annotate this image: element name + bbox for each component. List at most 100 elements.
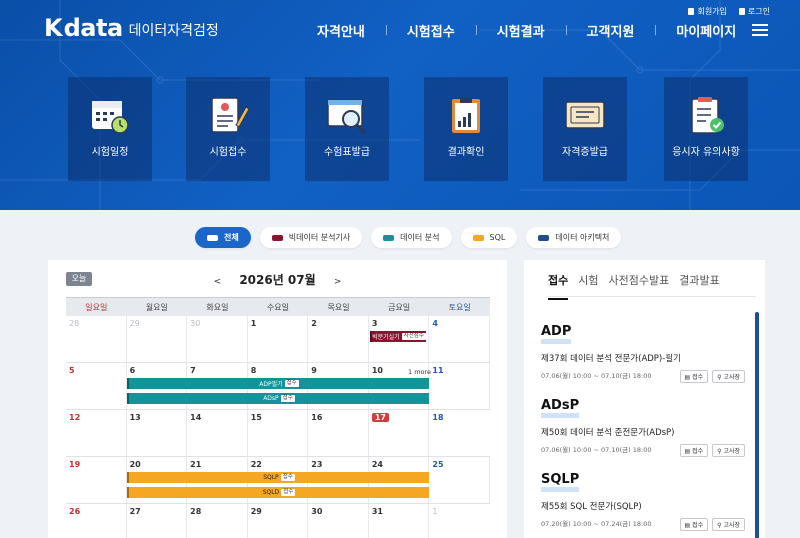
prev-month-button[interactable]: < — [214, 277, 222, 287]
event-tag: 접수 — [284, 380, 299, 387]
venue-button[interactable]: ⚲ 고사장 — [712, 370, 745, 383]
quick-card-result[interactable]: 결과확인 — [424, 77, 508, 181]
apply-label: 접수 — [692, 522, 704, 529]
calendar-day[interactable]: 1 — [429, 504, 490, 538]
exam-code: SQLP — [541, 473, 580, 492]
quick-card-label: 시험접수 — [209, 147, 247, 158]
logo-subtitle: 데이터자격검정 — [128, 22, 219, 39]
calendar-day[interactable]: 14 — [187, 410, 248, 456]
venue-button[interactable]: ⚲ 고사장 — [712, 518, 745, 531]
scrollbar[interactable] — [755, 312, 759, 538]
calendar-day[interactable]: 28 — [187, 504, 248, 538]
calendar-day[interactable]: 25 — [429, 457, 490, 503]
calendar-day[interactable]: 26 — [66, 504, 127, 538]
calendar-day[interactable]: 11 — [429, 363, 490, 409]
calendar-week: 19 20 21 22 23 24 25 SQLP 접수 SQLD 접수 — [66, 457, 490, 504]
event-bigdata-practical[interactable]: 빅분기실기 사전점수 — [370, 331, 426, 342]
filter-color-swatch — [538, 234, 550, 241]
nav-item-support[interactable]: 고객지원 — [565, 21, 656, 40]
calendar-day[interactable]: 28 — [66, 316, 127, 362]
exam-actions: ▤ 접수 ⚲ 고사장 — [679, 444, 745, 457]
calendar-panel: 오늘 < 2026년 07월 > 일요일 월요일 화요일 수요일 목요일 금요일… — [48, 260, 507, 538]
site-logo[interactable]: K data 데이터자격검정 — [44, 14, 219, 42]
filter-sql[interactable]: SQL — [460, 227, 518, 248]
event-sqld[interactable]: SQLD 접수 — [127, 487, 429, 498]
tabs-divider — [548, 296, 756, 297]
login-link[interactable]: 로그인 — [738, 6, 770, 17]
filter-architecture[interactable]: 데이터 아키텍처 — [526, 227, 622, 248]
filter-all[interactable]: 전체 — [195, 227, 251, 248]
main-nav: 자격안내 시험접수 시험결과 고객지원 마이페이지 — [296, 21, 757, 40]
quick-card-schedule[interactable]: 시험일정 — [68, 77, 152, 181]
login-label: 로그인 — [747, 7, 770, 16]
calendar-day-today[interactable]: 17 — [369, 410, 430, 456]
event-tag: 접수 — [280, 395, 295, 402]
event-adp[interactable]: ADP필기 접수 — [127, 378, 429, 389]
weekday-tue: 화요일 — [206, 303, 229, 312]
menu-icon[interactable] — [752, 24, 768, 39]
calendar-day[interactable]: 27 — [127, 504, 188, 538]
exam-item[interactable]: ADP 제37회 데이터 분석 전문가(ADP)-필기 07.06(월) 10:… — [541, 320, 751, 383]
calendar-day[interactable]: 15 — [248, 410, 309, 456]
apply-button[interactable]: ▤ 접수 — [679, 518, 709, 531]
calendar-grid: 일요일 월요일 화요일 수요일 목요일 금요일 토요일 28 29 30 1 2… — [66, 297, 490, 538]
venue-button[interactable]: ⚲ 고사장 — [712, 444, 745, 457]
quick-card-ticket[interactable]: 수험표발급 — [305, 77, 389, 181]
calendar-day[interactable]: 18 — [429, 410, 490, 456]
exam-list-panel: 접수 시험 사전점수발표 결과발표 ADP 제37회 데이터 분석 전문가(AD… — [524, 260, 765, 538]
filter-color-swatch — [383, 234, 395, 241]
calendar-clock-icon — [92, 101, 129, 134]
filter-data-analysis[interactable]: 데이터 분석 — [371, 227, 452, 248]
calendar-day[interactable]: 29 — [248, 504, 309, 538]
next-month-button[interactable]: > — [334, 277, 342, 287]
quick-card-label: 수험표발급 — [324, 147, 370, 158]
quick-card-label: 응시자 유의사항 — [672, 147, 740, 158]
nav-item-qualification[interactable]: 자격안내 — [296, 21, 386, 40]
exam-item[interactable]: SQLP 제55회 SQL 전문가(SQLP) 07.20(월) 10:00 ~… — [541, 468, 751, 531]
quick-card-certificate[interactable]: 자격증발급 — [543, 77, 627, 181]
more-events-link[interactable]: 1 more — [408, 368, 431, 376]
calendar-day[interactable]: 31 — [369, 504, 430, 538]
utility-links: 회원가입 로그인 — [688, 6, 770, 17]
event-tag: 사전점수 — [401, 333, 426, 340]
calendar-day[interactable]: 29 — [127, 316, 188, 362]
filter-color-swatch — [271, 234, 283, 241]
lock-icon — [738, 8, 745, 15]
apply-button[interactable]: ▤ 접수 — [679, 370, 709, 383]
category-filters: 전체 빅데이터 분석기사 데이터 분석 SQL 데이터 아키텍처 — [195, 227, 622, 248]
nav-item-application[interactable]: 시험접수 — [385, 21, 476, 40]
quick-menu: 시험일정 시험접수 수험표발급 결과확인 자격증발급 응시자 유의사항 — [68, 77, 748, 181]
signup-link[interactable]: 회원가입 — [688, 6, 727, 17]
apply-button[interactable]: ▤ 접수 — [679, 444, 709, 457]
weekday-fri: 금요일 — [388, 303, 411, 312]
logo-k: K — [44, 14, 63, 42]
calendar-week: 26 27 28 29 30 31 1 — [66, 504, 490, 538]
calendar-day[interactable]: 5 — [66, 363, 127, 409]
event-adsp[interactable]: ADsP 접수 — [127, 393, 429, 404]
event-sqlp[interactable]: SQLP 접수 — [127, 472, 429, 483]
quick-card-notice[interactable]: 응시자 유의사항 — [664, 77, 748, 181]
calendar-day[interactable]: 1 — [248, 316, 309, 362]
calendar-day[interactable]: 16 — [308, 410, 369, 456]
calendar-day[interactable]: 2 — [308, 316, 369, 362]
calendar-day[interactable]: 30 — [187, 316, 248, 362]
exam-code: ADsP — [541, 399, 580, 418]
weekday-thu: 목요일 — [327, 303, 350, 312]
nav-item-results[interactable]: 시험결과 — [475, 21, 566, 40]
calendar-day[interactable]: 30 — [308, 504, 369, 538]
browser-search-icon — [327, 99, 367, 135]
month-title: 2026년 07월 — [239, 273, 316, 287]
event-tag: 접수 — [281, 489, 296, 496]
quick-card-label: 시험일정 — [91, 147, 129, 158]
calendar-day[interactable]: 19 — [66, 457, 127, 503]
nav-item-mypage[interactable]: 마이페이지 — [655, 21, 757, 40]
calendar-day[interactable]: 4 — [429, 316, 490, 362]
venue-label: 고사장 — [723, 448, 740, 455]
filter-bigdata[interactable]: 빅데이터 분석기사 — [259, 227, 363, 248]
event-title: ADP필기 — [259, 381, 283, 388]
exam-item[interactable]: ADsP 제50회 데이터 분석 준전문가(ADsP) 07.06(월) 10:… — [541, 394, 751, 457]
quick-card-apply[interactable]: 시험접수 — [186, 77, 270, 181]
calendar-day[interactable]: 13 — [127, 410, 188, 456]
document-pen-icon — [211, 97, 250, 133]
calendar-day[interactable]: 12 — [66, 410, 127, 456]
